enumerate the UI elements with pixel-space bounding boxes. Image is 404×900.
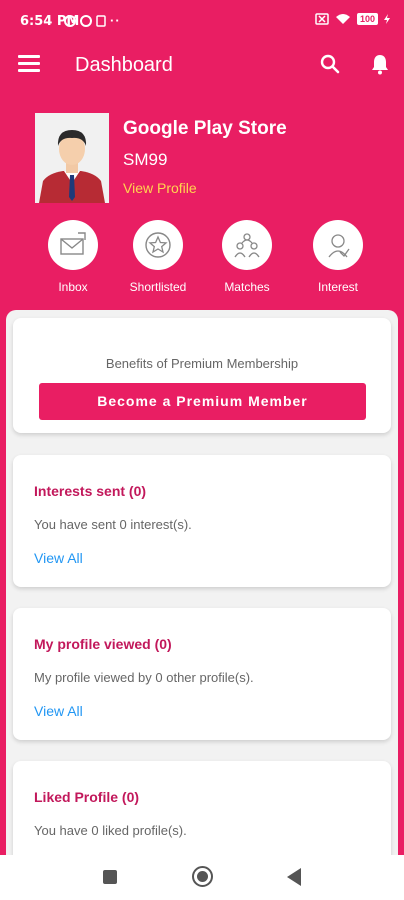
sim-x-icon [315,13,329,25]
profile-viewed-card: My profile viewed (0) My profile viewed … [13,608,391,740]
profile-name: Google Play Store [123,118,287,139]
status-left-icons: ·· [64,13,121,28]
quick-action-label: Interest [317,280,359,294]
card-title: My profile viewed (0) [34,636,172,652]
app-icon [80,14,92,27]
status-bar: 6:54 PM ·· 100 [0,0,404,44]
page-title: Dashboard [75,54,173,76]
recents-button[interactable] [103,870,117,884]
become-premium-button[interactable]: Become a Premium Member [39,383,366,420]
system-nav-bar [0,855,404,900]
wifi-icon [335,14,350,24]
bell-icon[interactable] [368,52,392,76]
quick-action-interest[interactable]: Interest [293,220,383,294]
interests-sent-card: Interests sent (0) You have sent 0 inter… [13,455,391,587]
premium-card: Benefits of Premium Membership Become a … [13,318,391,433]
charging-icon [384,14,390,24]
card-body: You have sent 0 interest(s). [34,517,192,532]
battery-icon: 100 [356,13,378,25]
notification-icon [64,14,76,27]
liked-profile-card: Liked Profile (0) You have 0 liked profi… [13,761,391,855]
menu-icon[interactable] [18,55,40,73]
view-all-link[interactable]: View All [34,703,83,719]
search-icon[interactable] [318,52,342,76]
profile-id: SM99 [123,150,168,169]
quick-actions: Inbox Shortlisted Matches Interest [0,220,404,300]
card-body: You have 0 liked profile(s). [34,823,187,838]
card-title: Interests sent (0) [34,483,147,499]
view-profile-link[interactable]: View Profile [123,180,197,196]
status-right-icons: 100 [315,13,390,25]
quick-action-shortlisted[interactable]: Shortlisted [113,220,203,294]
quick-action-inbox[interactable]: Inbox [28,220,118,294]
view-all-link[interactable]: View All [34,550,83,566]
card-title: Liked Profile (0) [34,789,140,805]
quick-action-matches[interactable]: Matches [202,220,292,294]
premium-benefits-text: Benefits of Premium Membership [105,356,299,371]
status-more-dots: ·· [110,13,121,28]
app-bar: Dashboard [0,44,404,90]
mail-icon [60,232,86,255]
avatar[interactable] [35,113,109,203]
profile-header: Google Play Store SM99 View Profile [0,110,404,210]
quick-action-label: Matches [224,280,270,294]
quick-action-label: Shortlisted [129,280,187,294]
home-button[interactable] [192,866,213,887]
interest-icon [328,234,350,258]
sim-icon [96,14,106,27]
star-icon [145,232,171,258]
people-icon [234,233,260,258]
back-button[interactable] [287,868,301,886]
quick-action-label: Inbox [58,280,88,294]
card-body: My profile viewed by 0 other profile(s). [34,670,254,685]
dashboard-content: Benefits of Premium Membership Become a … [6,310,398,855]
